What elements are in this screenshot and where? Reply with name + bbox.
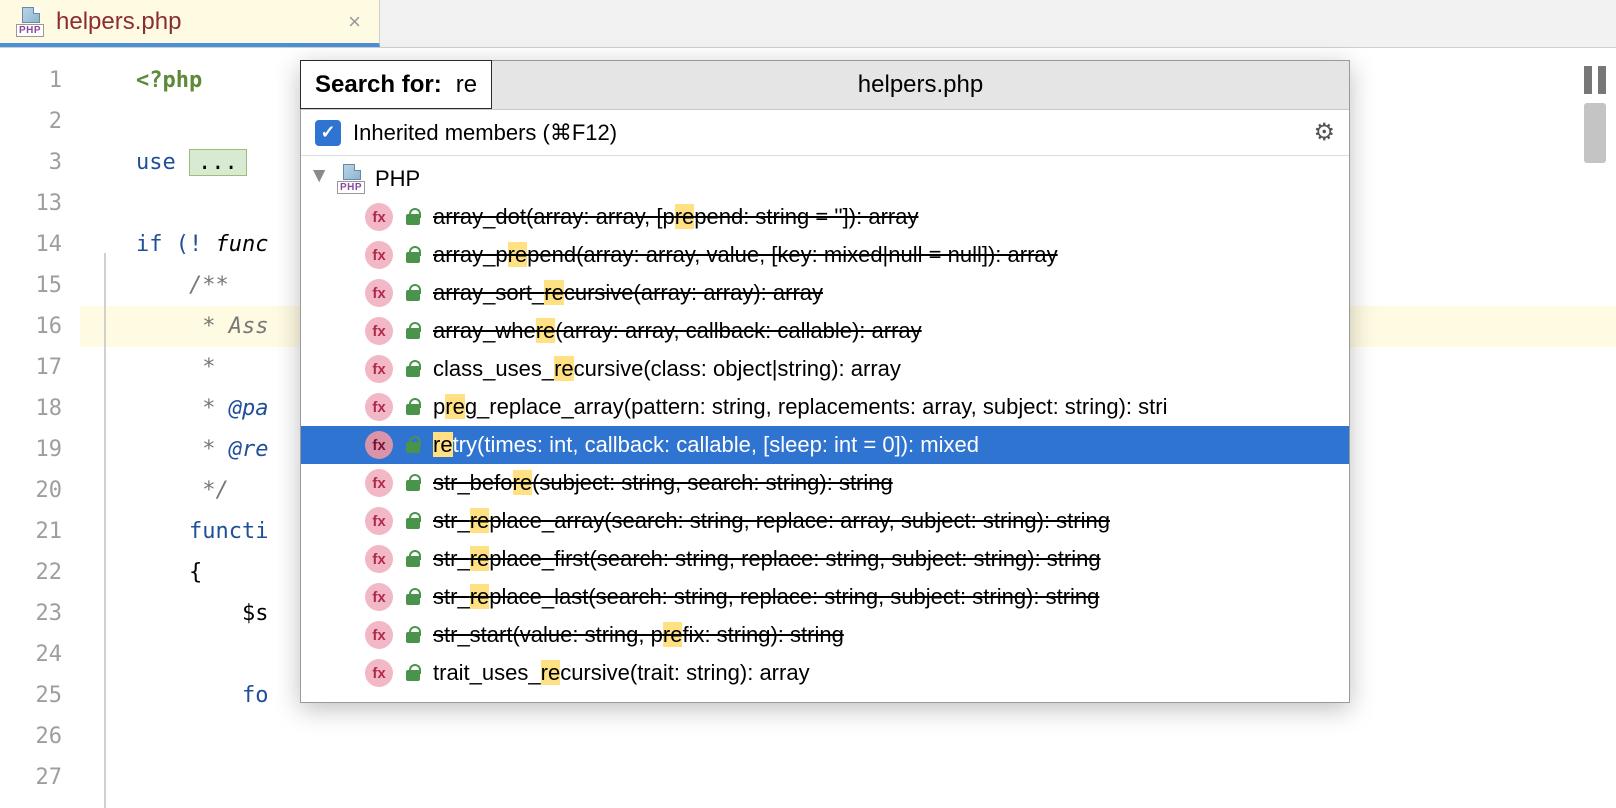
search-query: re (456, 71, 477, 99)
result-signature: str_replace_first(search: string, replac… (433, 546, 1101, 572)
lock-icon (403, 359, 423, 379)
result-row[interactable]: fx retry(times: int, callback: callable, … (301, 426, 1349, 464)
pause-icon[interactable] (1584, 66, 1606, 94)
result-signature: array_where(array: array, callback: call… (433, 318, 922, 344)
lock-icon (403, 625, 423, 645)
match-highlight: re (544, 280, 564, 305)
php-open-tag: <?php (136, 68, 202, 93)
result-row[interactable]: fx array_dot(array: array, [prepend: stri… (301, 198, 1349, 236)
popup-body: ▶ PHP PHP fx array_dot(array: array, [pre… (301, 156, 1349, 702)
result-row[interactable]: fx array_sort_recursive(array: array): ar… (301, 274, 1349, 312)
function-icon: fx (365, 621, 393, 649)
lock-icon (403, 283, 423, 303)
function-icon: fx (365, 507, 393, 535)
result-signature: str_before(subject: string, search: stri… (433, 470, 893, 496)
result-signature: trait_uses_recursive(trait: string): arr… (433, 660, 810, 686)
lock-icon (403, 473, 423, 493)
fold-guide (104, 253, 106, 808)
lock-icon (403, 663, 423, 683)
lock-icon (403, 245, 423, 265)
match-highlight: re (433, 432, 453, 457)
result-row[interactable]: fx array_prepend(array: array, value, [ke… (301, 236, 1349, 274)
match-highlight: re (663, 622, 683, 647)
function-icon: fx (365, 203, 393, 231)
result-row[interactable]: fx str_replace_array(search: string, repl… (301, 502, 1349, 540)
function-icon: fx (365, 583, 393, 611)
function-icon: fx (365, 355, 393, 383)
lock-icon (403, 587, 423, 607)
inherited-members-checkbox[interactable]: ✓ (315, 120, 341, 146)
function-icon: fx (365, 469, 393, 497)
popup-title: helpers.php (492, 61, 1349, 109)
function-icon: fx (365, 279, 393, 307)
match-highlight: re (508, 242, 528, 267)
match-highlight: re (470, 508, 490, 533)
result-row[interactable]: fx trait_uses_recursive(trait: string): a… (301, 654, 1349, 692)
function-icon: fx (365, 659, 393, 687)
function-icon: fx (365, 317, 393, 345)
result-row[interactable]: fx str_replace_last(search: string, repla… (301, 578, 1349, 616)
tree-root-row[interactable]: ▶ PHP PHP (301, 160, 1349, 198)
php-file-icon: PHP (16, 7, 46, 37)
result-row[interactable]: fx class_uses_recursive(class: object|str… (301, 350, 1349, 388)
match-highlight: re (470, 546, 490, 571)
tab-helpers-php[interactable]: PHP helpers.php × (0, 0, 380, 47)
function-icon: fx (365, 241, 393, 269)
match-highlight: re (513, 470, 533, 495)
gear-icon[interactable]: ⚙ (1313, 118, 1335, 147)
lock-icon (403, 207, 423, 227)
lock-icon (403, 321, 423, 341)
lock-icon (403, 435, 423, 455)
result-row[interactable]: fx array_where(array: array, callback: ca… (301, 312, 1349, 350)
php-file-icon: PHP (337, 164, 367, 194)
popup-search-box[interactable]: Search for: re (300, 60, 492, 109)
result-signature: str_start(value: string, prefix: string)… (433, 622, 844, 648)
match-highlight: re (554, 356, 574, 381)
result-signature: array_prepend(array: array, value, [key:… (433, 242, 1058, 268)
lock-icon (403, 397, 423, 417)
result-signature: class_uses_recursive(class: object|strin… (433, 356, 901, 382)
match-highlight: re (470, 584, 490, 609)
result-row[interactable]: fx str_before(subject: string, search: st… (301, 464, 1349, 502)
file-structure-popup: Search for: re helpers.php ✓ Inherited m… (300, 60, 1350, 703)
function-icon: fx (365, 545, 393, 573)
scrollbar-thumb[interactable] (1584, 103, 1606, 163)
result-row[interactable]: fx str_start(value: string, prefix: strin… (301, 616, 1349, 654)
tab-bar: PHP helpers.php × (0, 0, 1616, 48)
result-signature: str_replace_array(search: string, replac… (433, 508, 1110, 534)
result-signature: preg_replace_array(pattern: string, repl… (433, 394, 1167, 420)
right-gutter (1546, 48, 1616, 808)
line-number-gutter: 1 2 3 13 14 15 16 17 18 19 20 21 22 23 2… (0, 48, 80, 808)
result-signature: array_sort_recursive(array: array): arra… (433, 280, 823, 306)
chevron-down-icon[interactable]: ▶ (310, 170, 330, 188)
inherited-members-label: Inherited members (⌘F12) (353, 120, 617, 146)
match-highlight: re (675, 204, 695, 229)
tree-root-label: PHP (375, 166, 420, 192)
result-row[interactable]: fx preg_replace_array(pattern: string, re… (301, 388, 1349, 426)
lock-icon (403, 549, 423, 569)
search-label: Search for: (315, 71, 442, 99)
result-signature: array_dot(array: array, [prepend: string… (433, 204, 918, 230)
match-highlight: re (541, 660, 561, 685)
match-highlight: re (445, 394, 465, 419)
result-signature: retry(times: int, callback: callable, [s… (433, 432, 979, 458)
popup-toolbar: ✓ Inherited members (⌘F12) ⚙ (301, 110, 1349, 156)
result-signature: str_replace_last(search: string, replace… (433, 584, 1099, 610)
result-row[interactable]: fx str_replace_first(search: string, repl… (301, 540, 1349, 578)
function-icon: fx (365, 393, 393, 421)
close-icon[interactable]: × (348, 9, 361, 35)
popup-header: Search for: re helpers.php (301, 61, 1349, 110)
function-icon: fx (365, 431, 393, 459)
lock-icon (403, 511, 423, 531)
match-highlight: re (536, 318, 556, 343)
fold-ellipsis[interactable]: ... (189, 149, 247, 176)
tab-label: helpers.php (56, 8, 181, 36)
